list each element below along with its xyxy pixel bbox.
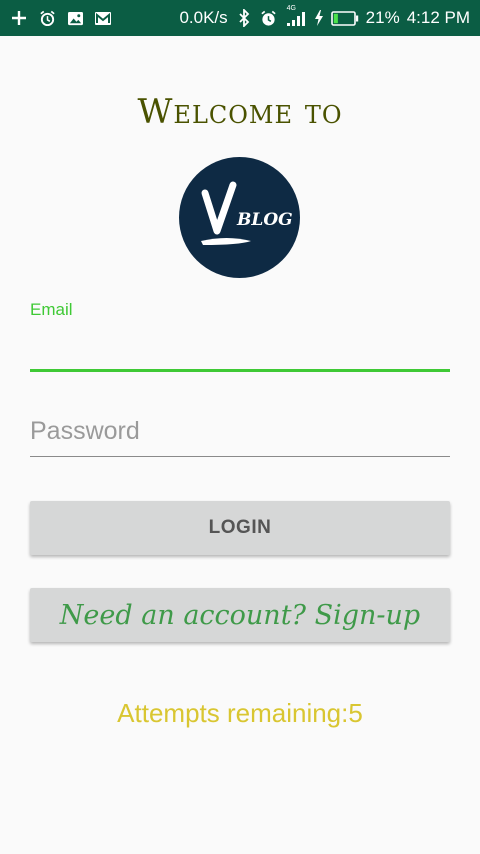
- image-icon: [66, 9, 84, 27]
- clock-time: 4:12 PM: [406, 8, 470, 27]
- login-screen: Welcome to BLOG Email LOGIN Need an acco…: [0, 36, 480, 854]
- status-bar: 0.0K/s 4G 21% 4:12 PM: [0, 0, 480, 36]
- gmail-icon: [94, 9, 112, 27]
- login-button[interactable]: LOGIN: [30, 501, 450, 555]
- network-type: 4G: [286, 5, 296, 12]
- email-field[interactable]: [30, 332, 450, 372]
- signup-button[interactable]: Need an account? Sign-up: [30, 588, 450, 642]
- signal-icon: 4G: [285, 5, 307, 27]
- alarm-clock-icon: [260, 9, 278, 27]
- battery-icon: [330, 9, 359, 27]
- charging-icon: [314, 9, 324, 27]
- attempts-remaining-text: Attempts remaining:5: [117, 698, 363, 728]
- logo-word: BLOG: [236, 210, 293, 230]
- status-bar-right: 0.0K/s 4G 21% 4:12 PM: [179, 5, 470, 28]
- email-label: Email: [30, 300, 73, 319]
- alarm-icon: [38, 9, 56, 27]
- vblog-logo: BLOG: [179, 157, 300, 278]
- plus-icon: [10, 9, 28, 27]
- battery-percent: 21%: [365, 8, 400, 27]
- bluetooth-icon: [235, 9, 253, 27]
- welcome-title: Welcome to: [137, 92, 343, 132]
- network-speed: 0.0K/s: [179, 8, 228, 27]
- status-bar-left: [10, 9, 112, 27]
- password-field[interactable]: [30, 411, 450, 457]
